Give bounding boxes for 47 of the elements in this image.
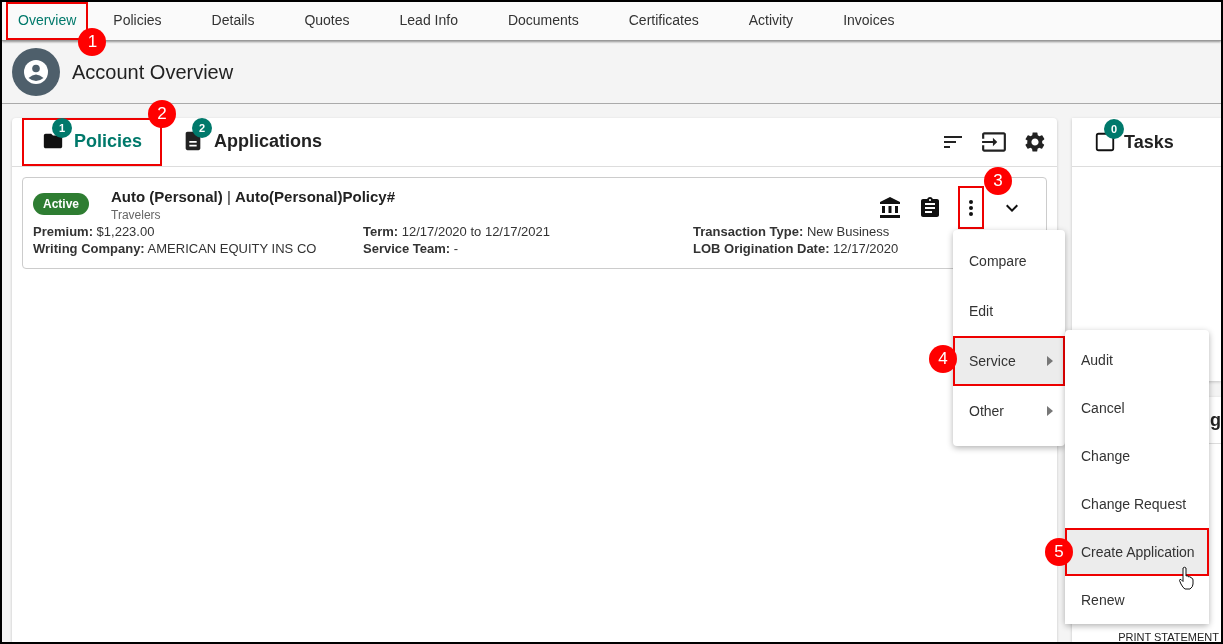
menu-item[interactable]: Service [953, 336, 1065, 386]
step-number: 2 [148, 100, 177, 128]
count-badge: 1 [52, 118, 72, 138]
menu-item[interactable]: Change Request [1065, 480, 1209, 528]
policy-field: Transaction Type: New Business [693, 224, 1023, 239]
policy-field: Term: 12/17/2020 to 12/17/2021 [363, 224, 693, 239]
menu-item[interactable]: Change [1065, 432, 1209, 480]
step-number: 3 [984, 167, 1012, 195]
nav-tab[interactable]: Quotes [279, 2, 375, 40]
menu-item[interactable]: Compare [953, 236, 1065, 286]
policy-field: Service Team: - [363, 241, 693, 256]
bank-icon[interactable] [878, 196, 902, 220]
menu-item[interactable]: Create Application [1065, 528, 1209, 576]
settings-icon[interactable] [1023, 130, 1047, 154]
square-icon [1094, 131, 1116, 153]
import-icon[interactable] [981, 129, 1007, 155]
count-badge: 0 [1104, 119, 1124, 139]
count-badge: 2 [192, 118, 213, 138]
account-avatar-icon [12, 48, 60, 96]
carrier-name: Travelers [111, 208, 162, 222]
submenu-arrow-icon [1047, 406, 1053, 416]
nav-tab[interactable]: Documents [482, 2, 604, 40]
menu-item[interactable]: Cancel [1065, 384, 1209, 432]
print-statement-link[interactable]: PRINT STATEMENT [1118, 632, 1219, 642]
status-badge: Active [33, 193, 90, 215]
submenu-arrow-icon [1047, 356, 1053, 366]
tasks-title: Tasks [1124, 131, 1174, 153]
policy-title: Auto (Personal) | Auto(Personal)Policy# [111, 188, 395, 205]
menu-item[interactable]: Other [953, 386, 1065, 436]
nav-tab[interactable]: Lead Info [374, 2, 483, 40]
policy-field: Writing Company: AMERICAN EQUITY INS CO [33, 241, 363, 256]
clipboard-icon[interactable] [918, 196, 942, 220]
panel-tab[interactable]: 1 Policies [22, 118, 163, 166]
more-button[interactable] [958, 186, 984, 229]
nav-tab[interactable]: Invoices [818, 2, 920, 40]
menu-item[interactable]: Edit [953, 286, 1065, 336]
card-title: g [1210, 409, 1221, 431]
nav-tab[interactable]: Details [186, 2, 280, 40]
menu-item[interactable]: Audit [1065, 336, 1209, 384]
menu-item[interactable]: Renew [1065, 576, 1209, 624]
hand-cursor-icon [1178, 566, 1194, 590]
nav-tab[interactable]: Activity [723, 2, 819, 40]
step-number: 1 [78, 28, 107, 56]
nav-tab[interactable]: Certificates [603, 2, 724, 40]
page-title: Account Overview [72, 60, 234, 84]
more-icon [969, 200, 973, 216]
policy-field: Premium: $1,223.00 [33, 224, 363, 239]
